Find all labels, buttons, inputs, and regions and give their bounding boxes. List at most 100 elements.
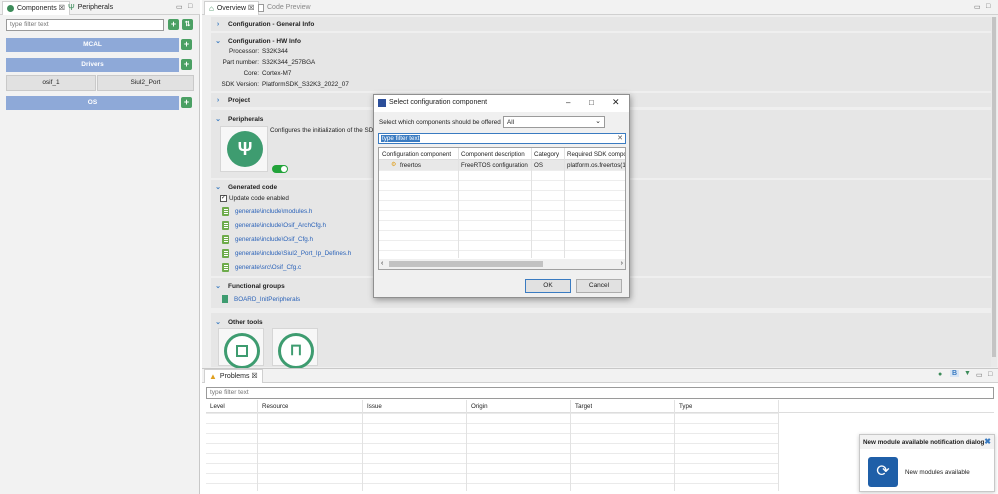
- generated-file-1-label: generate\include\modules.h: [235, 208, 313, 215]
- scroll-left-icon[interactable]: ‹: [381, 260, 383, 267]
- tab-components[interactable]: Components ☒: [2, 1, 70, 15]
- editor-maximize-icon[interactable]: □: [986, 3, 990, 10]
- section-functional-groups-title: Functional groups: [228, 282, 285, 290]
- section-hw-info-title: Configuration - HW Info: [228, 37, 301, 45]
- cancel-button[interactable]: Cancel: [576, 279, 622, 293]
- functional-group-icon: [222, 295, 228, 303]
- lightbulb-icon[interactable]: ●: [938, 371, 942, 378]
- clocks-tool-tile[interactable]: ⊓: [272, 328, 318, 369]
- section-other-tools-header[interactable]: ⌄ Other tools: [214, 318, 263, 327]
- col-required-sdk[interactable]: Required SDK compo: [567, 151, 625, 158]
- maximize-icon[interactable]: □: [188, 3, 192, 10]
- scroll-right-icon[interactable]: ›: [621, 260, 623, 267]
- col-type[interactable]: Type: [679, 403, 692, 410]
- generated-file-3-label: generate\include\Osif_Cfg.h: [235, 236, 314, 243]
- col-component-description[interactable]: Component description: [461, 151, 525, 158]
- section-hw-info-header[interactable]: ⌄ Configuration - HW Info: [214, 37, 301, 46]
- hw-label-sdk: SDK Version:: [221, 81, 259, 88]
- group-mcal[interactable]: MCAL: [6, 38, 179, 52]
- col-resource[interactable]: Resource: [262, 403, 288, 410]
- dialog-title: Select configuration component: [389, 99, 488, 106]
- add-drivers-button[interactable]: +: [181, 59, 192, 70]
- col-target[interactable]: Target: [575, 403, 592, 410]
- problems-filter-input[interactable]: type filter text: [206, 387, 994, 399]
- dialog-maximize-icon[interactable]: □: [589, 98, 594, 107]
- col-issue[interactable]: Issue: [367, 403, 382, 410]
- group-drivers[interactable]: Drivers: [6, 58, 179, 72]
- editor-minimize-icon[interactable]: ▭: [974, 3, 981, 11]
- section-project-header[interactable]: › Project: [214, 97, 250, 104]
- generated-file-4[interactable]: generate\include\Siul2_Port_Ip_Defines.h: [222, 249, 351, 258]
- minimize-icon[interactable]: ▭: [176, 3, 183, 11]
- tab-peripherals[interactable]: Ψ Peripherals: [64, 1, 117, 15]
- sort-button[interactable]: ⇅: [182, 19, 193, 30]
- row-component: freertos: [400, 162, 421, 169]
- hw-value-core: Cortex-M7: [262, 70, 292, 77]
- section-peripherals-header[interactable]: ⌄ Peripherals: [214, 115, 264, 124]
- peripherals-toggle[interactable]: [272, 165, 288, 173]
- chevron-down-icon: ⌄: [595, 118, 601, 125]
- add-component-button[interactable]: +: [168, 19, 179, 30]
- functional-group-label: BOARD_InitPeripherals: [234, 295, 301, 303]
- generated-file-1[interactable]: generate\include\modules.h: [222, 207, 312, 216]
- editor-scrollbar[interactable]: [991, 17, 997, 367]
- notification-titlebar: New module available notification dialog…: [860, 435, 994, 449]
- clear-icon[interactable]: ✕: [617, 134, 623, 142]
- component-icon: ⚙: [391, 162, 397, 168]
- ok-button[interactable]: OK: [525, 279, 571, 293]
- section-general-info-title: Configuration - General Info: [228, 21, 315, 28]
- offer-select[interactable]: All ⌄: [503, 116, 605, 128]
- table-row[interactable]: ⚙ freertos FreeRTOS configuration OS pla…: [379, 160, 625, 170]
- problems-table-header: Level Resource Issue Origin Target Type: [206, 400, 994, 413]
- offer-select-value: All: [507, 119, 514, 126]
- driver-siul2-port[interactable]: Siul2_Port: [97, 75, 194, 91]
- table-horizontal-scrollbar[interactable]: ‹ ›: [379, 259, 625, 269]
- hw-value-processor: S32K344: [262, 48, 288, 55]
- problems-minimize-icon[interactable]: ▭: [976, 371, 983, 379]
- group-os[interactable]: OS: [6, 96, 179, 110]
- bold-filter-icon[interactable]: B: [950, 370, 960, 377]
- col-origin[interactable]: Origin: [471, 403, 488, 410]
- section-peripherals-title: Peripherals: [228, 115, 264, 123]
- chevron-down-icon: ⌄: [215, 38, 221, 45]
- pins-tool-tile[interactable]: [218, 328, 264, 369]
- generated-file-2[interactable]: generate\include\Osif_ArchCfg.h: [222, 221, 326, 230]
- generated-file-3[interactable]: generate\include\Osif_Cfg.h: [222, 235, 313, 244]
- file-icon: [222, 235, 229, 244]
- tab-overview[interactable]: ⌂ Overview ☒: [204, 1, 260, 15]
- col-config-component[interactable]: Configuration component: [382, 151, 451, 158]
- dialog-filter-value: type filter text: [381, 135, 421, 142]
- add-mcal-button[interactable]: +: [181, 39, 192, 50]
- group-drivers-label: Drivers: [81, 61, 104, 68]
- dialog-minimize-icon[interactable]: –: [566, 98, 570, 107]
- col-category[interactable]: Category: [534, 151, 559, 158]
- functional-group-item[interactable]: BOARD_InitPeripherals: [222, 295, 300, 303]
- select-component-dialog: Select configuration component – □ ✕ Sel…: [373, 94, 630, 298]
- update-code-checkbox[interactable]: ✓: [220, 195, 227, 202]
- app-icon: [378, 99, 386, 107]
- col-level[interactable]: Level: [210, 403, 225, 410]
- section-general-info-header[interactable]: › Configuration - General Info: [214, 21, 314, 28]
- dialog-close-icon[interactable]: ✕: [612, 97, 620, 108]
- section-functional-groups-header[interactable]: ⌄ Functional groups: [214, 282, 285, 291]
- driver-osif-1[interactable]: osif_1: [6, 75, 96, 91]
- dialog-filter-input[interactable]: type filter text ✕: [378, 133, 626, 144]
- tab-problems[interactable]: ▲ Problems ☒: [204, 369, 263, 383]
- peripherals-tool-icon: Ψ: [227, 131, 263, 167]
- tab-code-preview[interactable]: Code Preview: [254, 1, 315, 15]
- components-filter-input[interactable]: type filter text: [6, 19, 164, 31]
- driver-siul2-port-label: Siul2_Port: [130, 79, 161, 86]
- filter-icon[interactable]: ▼: [964, 370, 971, 377]
- home-icon: ⌂: [209, 3, 214, 13]
- section-generated-code-header[interactable]: ⌄ Generated code: [214, 183, 277, 192]
- problems-maximize-icon[interactable]: □: [988, 371, 992, 378]
- ok-button-label: OK: [543, 282, 553, 289]
- generated-file-5[interactable]: generate\src\Osif_Cfg.c: [222, 263, 301, 272]
- notification-close-icon[interactable]: ✖: [984, 437, 991, 446]
- add-os-button[interactable]: +: [181, 97, 192, 108]
- file-icon: [222, 249, 229, 258]
- dialog-titlebar[interactable]: Select configuration component – □ ✕: [374, 95, 629, 112]
- components-table: Configuration component Component descri…: [378, 147, 626, 270]
- peripherals-tool-tile[interactable]: Ψ: [220, 126, 268, 172]
- file-icon: [222, 207, 229, 216]
